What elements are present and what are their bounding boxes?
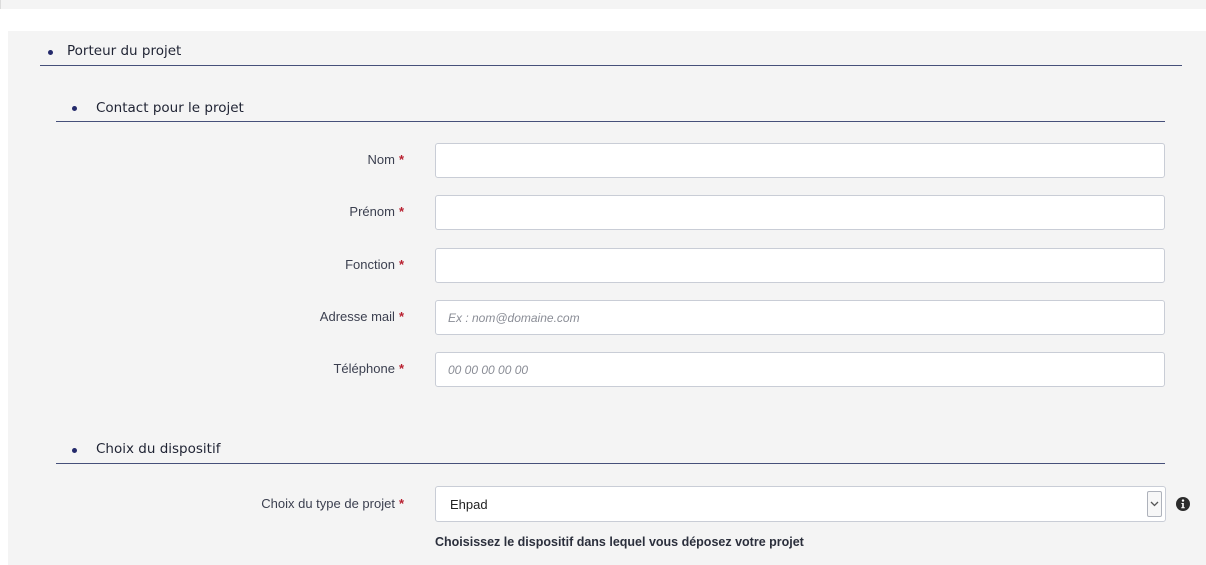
- required-marker: *: [398, 204, 404, 219]
- required-marker: *: [398, 496, 404, 511]
- project-type-select[interactable]: Ehpad: [435, 486, 1166, 522]
- project-type-label-text: Choix du type de projet: [261, 496, 395, 511]
- prenom-input[interactable]: [435, 195, 1165, 230]
- nom-label-text: Nom: [367, 152, 395, 167]
- required-marker: *: [398, 152, 404, 167]
- bullet-icon: [48, 49, 53, 55]
- section-title-dispositif: Choix du dispositif: [96, 441, 221, 457]
- section-header-porteur: Porteur du projet: [40, 37, 1182, 66]
- email-input[interactable]: [435, 300, 1165, 335]
- bullet-icon: [72, 447, 77, 453]
- info-icon[interactable]: [1176, 497, 1190, 511]
- fonction-label-text: Fonction: [345, 257, 395, 272]
- fonction-label: Fonction *: [345, 257, 404, 272]
- prenom-label: Prénom *: [349, 204, 404, 219]
- telephone-label-text: Téléphone: [333, 361, 395, 376]
- required-marker: *: [398, 361, 404, 376]
- required-marker: *: [398, 257, 404, 272]
- section-header-contact: Contact pour le projet: [56, 94, 1165, 122]
- email-label: Adresse mail *: [320, 309, 404, 324]
- telephone-label: Téléphone *: [333, 361, 404, 376]
- section-title-contact: Contact pour le projet: [96, 99, 244, 116]
- fonction-input[interactable]: [435, 248, 1165, 283]
- project-type-help-text: Choisissez le dispositif dans lequel vou…: [435, 535, 804, 549]
- project-type-label: Choix du type de projet *: [261, 496, 404, 511]
- email-label-text: Adresse mail: [319, 309, 395, 324]
- bullet-icon: [72, 106, 77, 111]
- prenom-label-text: Prénom: [349, 204, 395, 219]
- section-header-dispositif: Choix du dispositif: [56, 435, 1165, 464]
- nom-input[interactable]: [435, 143, 1165, 178]
- project-type-selected-value: Ehpad: [450, 497, 488, 512]
- section-title-porteur: Porteur du projet: [67, 43, 182, 59]
- required-marker: *: [398, 309, 404, 324]
- nom-label: Nom *: [367, 152, 404, 167]
- top-strip: [0, 0, 1206, 9]
- telephone-input[interactable]: [435, 352, 1165, 387]
- chevron-down-icon[interactable]: [1147, 491, 1162, 517]
